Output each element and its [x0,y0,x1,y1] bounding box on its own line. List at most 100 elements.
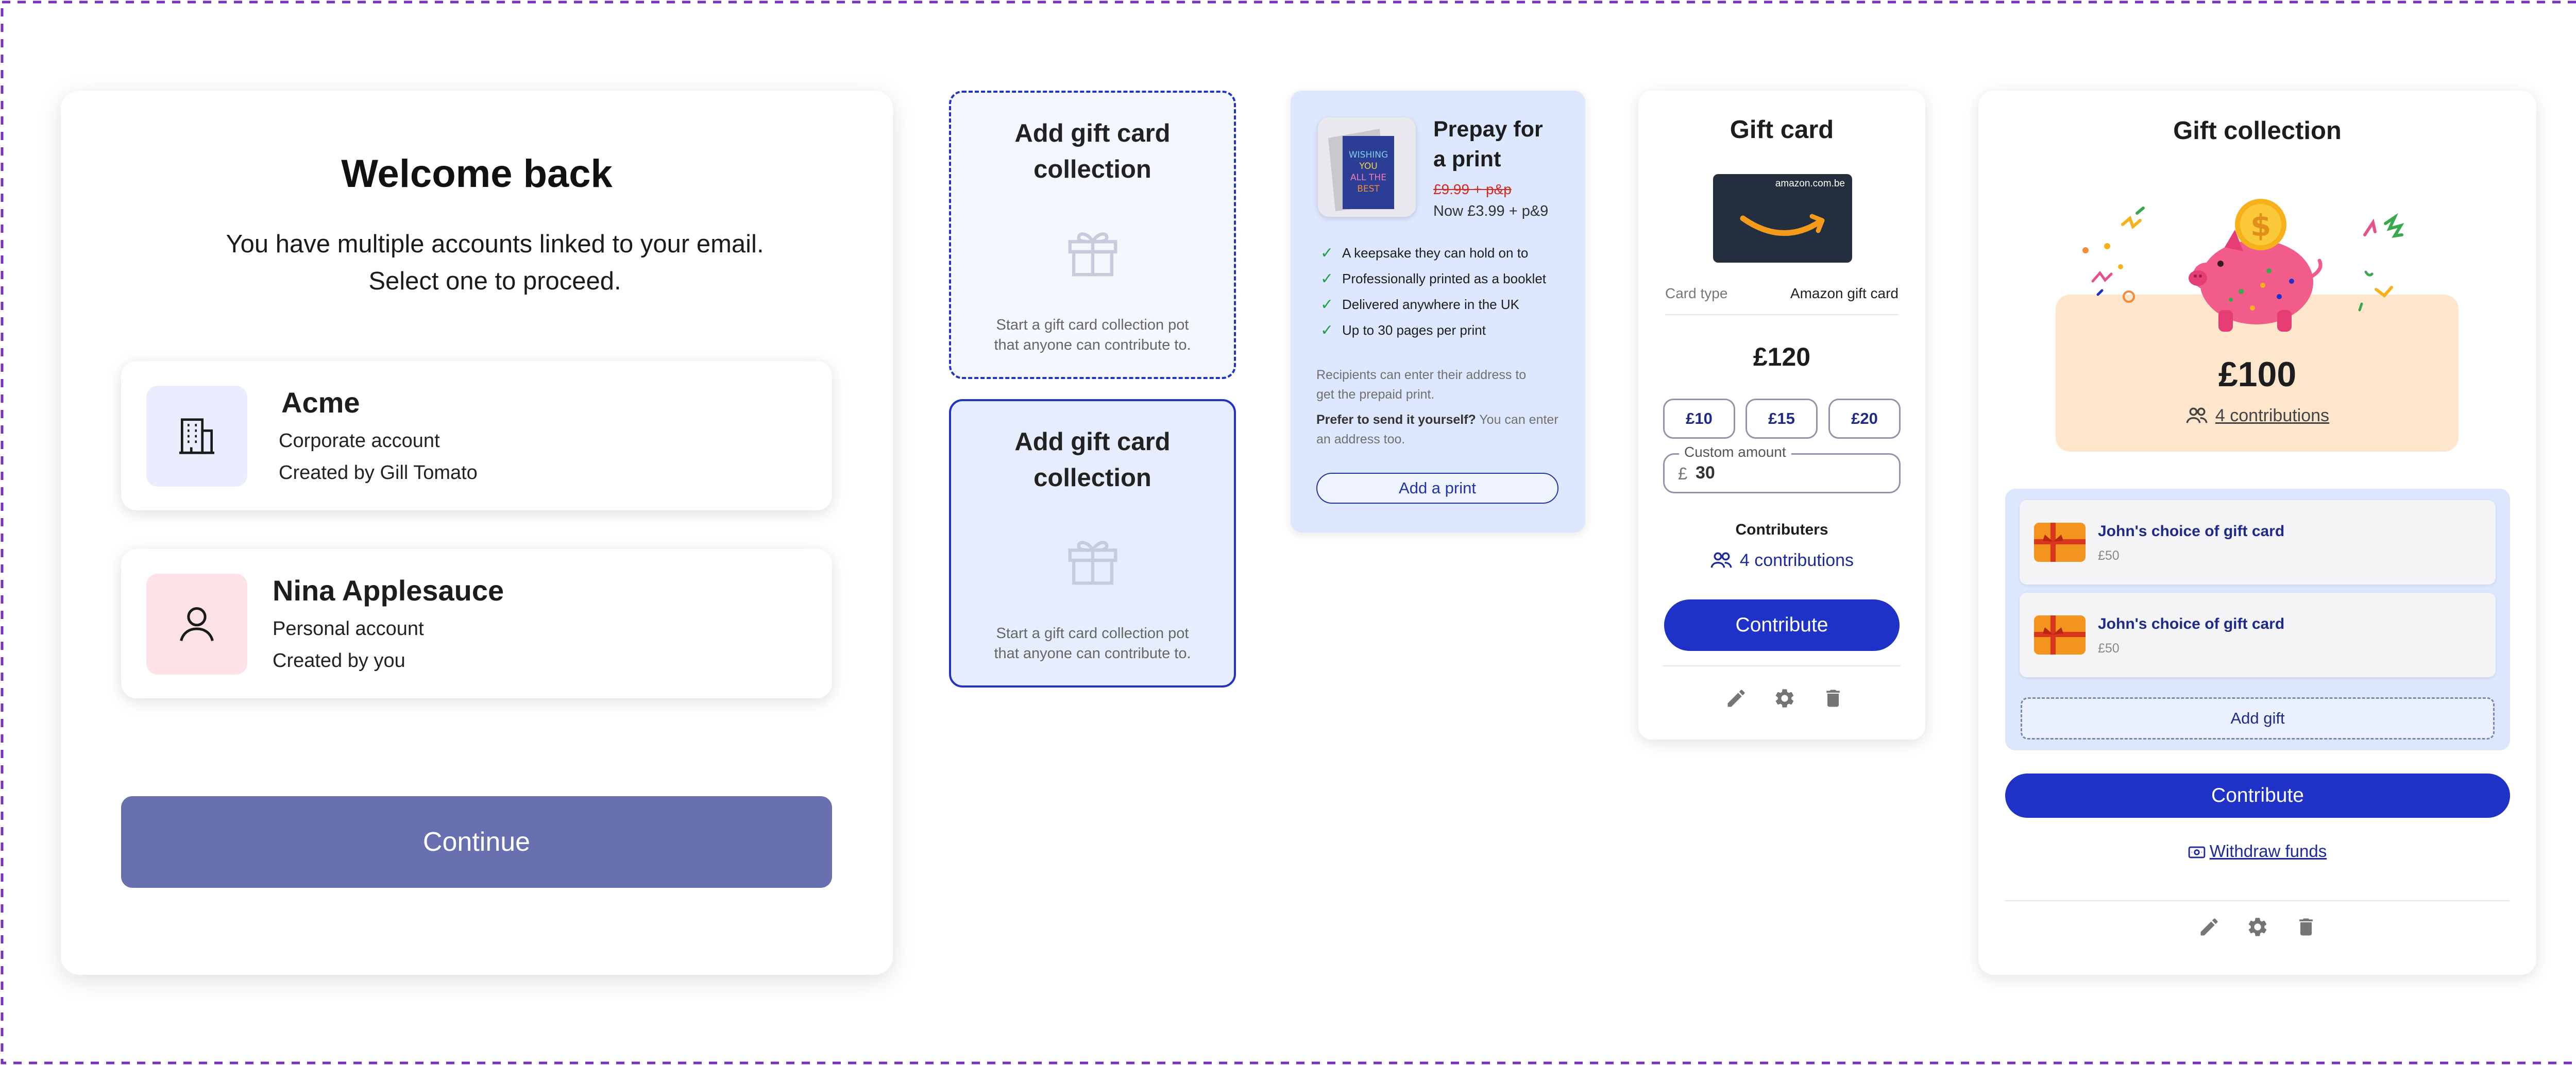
recipients-note: Recipients can enter their address to ge… [1316,365,1565,404]
tile-title-line-2: collection [1033,156,1151,183]
check-icon: ✓ [1320,321,1334,339]
prepay-print-card: WISHING YOU ALL THE BEST Prepay for a pr… [1291,91,1585,532]
card-type-label: Card type [1665,285,1728,301]
self-send-note-line-2: an address too. [1316,432,1405,446]
building-icon [146,386,247,487]
tile-description-line-2: that anyone can contribute to. [994,337,1191,353]
amount-chip-15[interactable]: £15 [1745,399,1818,439]
continue-button[interactable]: Continue [121,796,832,888]
card-toolbar [1725,687,1844,710]
account-creator: Created by Gill Tomato [279,462,478,484]
account-name: Nina Applesauce [273,574,504,607]
card-text-1: WISHING [1349,150,1388,160]
tile-title-line-2: collection [1033,464,1151,492]
gift-card-title: Gift card [1730,116,1834,144]
add-print-button[interactable]: Add a print [1316,473,1558,504]
self-send-question: Prefer to send it yourself? [1316,413,1476,427]
custom-amount-field[interactable]: Custom amount £ 30 [1663,444,1901,493]
gift-card-thumbnail [2034,523,2086,562]
gift-title: John's choice of gift card [2098,615,2285,632]
gift-collection-title: Gift collection [2173,117,2342,145]
tile-description-line-2: that anyone can contribute to. [994,645,1191,662]
collection-total: £100 [2218,355,2297,394]
account-type: Personal account [273,618,424,640]
contributions-count: 4 contributions [2215,406,2330,425]
people-icon [2186,407,2208,423]
account-selector-card: Welcome back You have multiple accounts … [61,91,893,975]
amount-chip-10[interactable]: £10 [1663,399,1735,439]
account-option-nina[interactable]: Nina Applesauce Personal account Created… [121,549,832,698]
gift-list: John's choice of gift card £50 John's ch… [2005,489,2510,750]
recipients-note-line-1: Recipients can enter their address to [1316,368,1527,382]
currency-symbol: £ [1678,464,1688,483]
prepay-title-line-2: a print [1433,147,1501,171]
contributions-link[interactable]: 4 contributions [1638,551,1925,571]
edit-pencil-icon[interactable] [2198,916,2221,938]
feature-text: Professionally printed as a booklet [1342,270,1547,286]
settings-gear-icon[interactable] [1773,687,1796,710]
tile-title-line-1: Add gift card [1014,428,1171,456]
contributions-link[interactable]: 4 contributions [1978,406,2536,426]
custom-amount-label: Custom amount [1679,444,1791,460]
collection-toolbar [2198,916,2317,938]
feature-item: ✓ Up to 30 pages per print [1320,317,1546,343]
card-type-value: Amazon gift card [1790,285,1899,301]
account-name: Acme [281,386,360,419]
divider [1665,314,1899,315]
tile-description-line-1: Start a gift card collection pot [996,317,1189,333]
feature-text: Delivered anywhere in the UK [1342,296,1519,312]
gift-price: £50 [2098,548,2120,563]
svg-text:$: $ [2250,208,2271,243]
tile-description: Start a gift card collection pot that an… [972,624,1213,664]
page-title: Welcome back [341,152,613,196]
account-type: Corporate account [279,430,440,452]
tile-title-line-1: Add gift card [1014,119,1171,147]
gift-icon [1068,232,1117,277]
gift-list-item[interactable]: John's choice of gift card £50 [2020,500,2496,585]
settings-gear-icon[interactable] [2246,916,2269,938]
feature-text: A keepsake they can hold on to [1342,245,1529,261]
add-gift-button[interactable]: Add gift [2021,697,2495,740]
cash-icon [2188,846,2206,858]
delete-trash-icon[interactable] [1822,687,1844,710]
account-option-acme[interactable]: Acme Corporate account Created by Gill T… [121,361,832,510]
check-icon: ✓ [1320,296,1334,313]
edit-pencil-icon[interactable] [1725,687,1748,710]
card-text-4: BEST [1357,184,1380,194]
people-icon [1710,552,1732,568]
withdraw-funds-label: Withdraw funds [2209,841,2327,861]
delete-trash-icon[interactable] [2295,916,2317,938]
amount-chip-20[interactable]: £20 [1828,399,1901,439]
tile-description: Start a gift card collection pot that an… [972,315,1213,355]
card-text-2: YOU [1359,161,1377,171]
gift-collection-panel: Gift collection $ £100 4 contributions J… [1978,91,2536,975]
gift-price: £50 [2098,641,2120,656]
gift-title: John's choice of gift card [2098,523,2285,540]
gift-list-item[interactable]: John's choice of gift card £50 [2020,593,2496,677]
prepay-title-line-1: Prepay for [1433,117,1543,142]
tile-title: Add gift card collection [961,424,1224,496]
old-price: £9.99 + p&p [1433,181,1512,197]
new-price: Now £3.99 + p&9 [1433,203,1549,219]
tile-title: Add gift card collection [961,115,1224,187]
account-creator: Created by you [273,650,405,672]
canvas: Welcome back You have multiple accounts … [0,0,2576,1065]
contribute-button[interactable]: Contribute [2005,774,2510,818]
divider [1663,665,1901,666]
person-icon [146,574,247,675]
add-gift-card-collection-tile[interactable]: Add gift card collection Start a gift ca… [949,91,1236,379]
contributors-heading: Contributers [1735,521,1828,538]
withdraw-funds-link[interactable]: Withdraw funds [1978,841,2536,861]
feature-item: ✓ A keepsake they can hold on to [1320,240,1546,266]
tile-description-line-1: Start a gift card collection pot [996,625,1189,642]
subtitle-line-2: Select one to proceed. [368,267,621,295]
custom-amount-value[interactable]: 30 [1696,463,1715,483]
add-gift-card-collection-tile-selected[interactable]: Add gift card collection Start a gift ca… [949,399,1236,688]
piggy-bank-illustration: $ [2082,199,2404,332]
feature-list: ✓ A keepsake they can hold on to ✓ Profess… [1320,240,1546,343]
subtitle: You have multiple accounts linked to you… [143,226,846,300]
amazon-smile-icon [1740,214,1825,236]
contribute-button[interactable]: Contribute [1664,599,1900,651]
feature-text: Up to 30 pages per print [1342,322,1486,338]
gift-icon [1068,541,1117,585]
